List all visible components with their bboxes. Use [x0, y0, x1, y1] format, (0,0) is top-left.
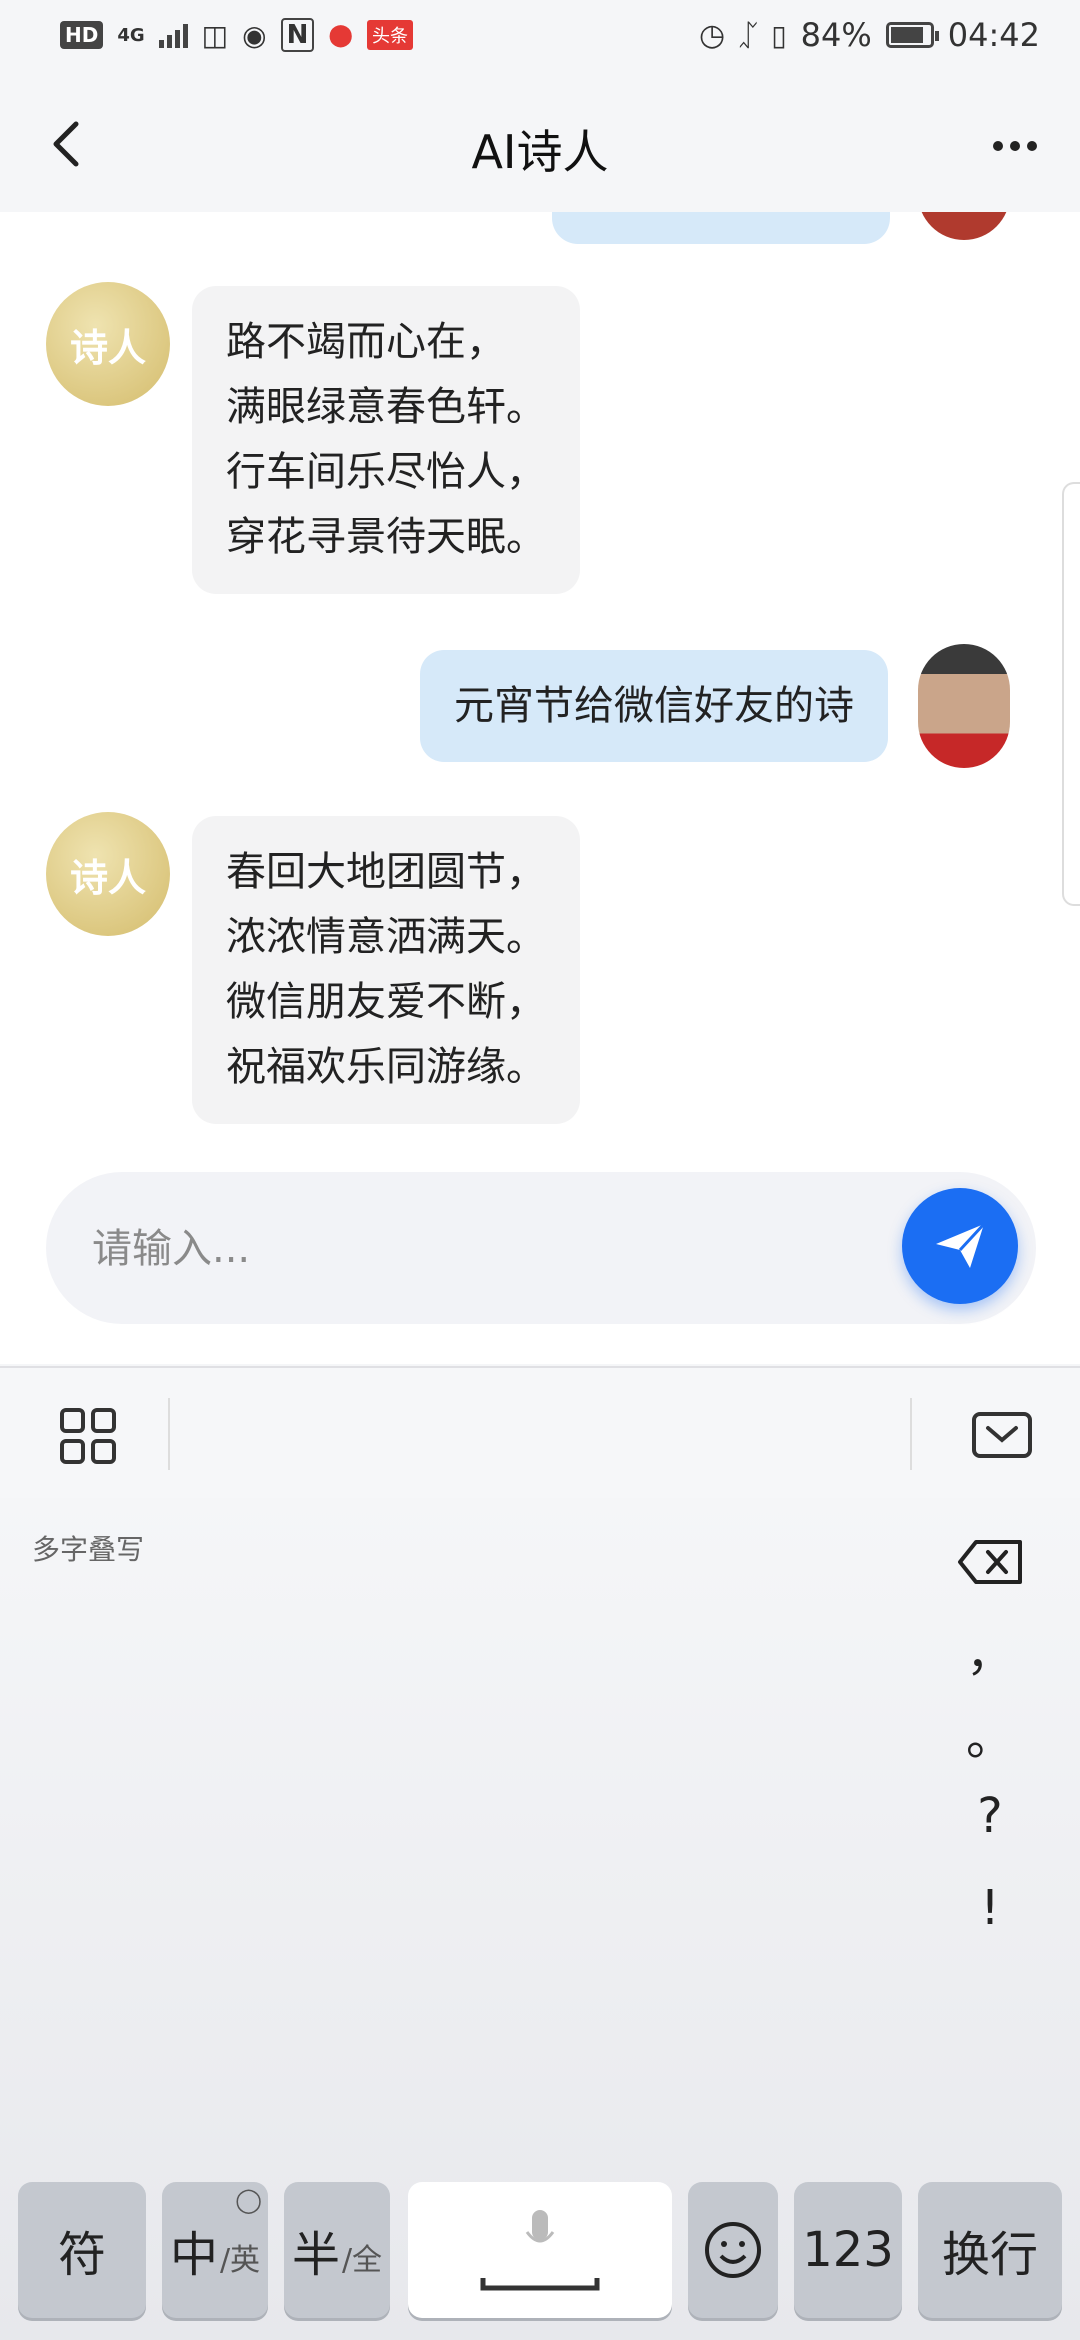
scroll-indicator [1062, 482, 1080, 906]
symbols-key[interactable]: 符 [18, 2182, 146, 2318]
hd-badge: HD [60, 21, 104, 49]
previous-user-bubble [552, 212, 890, 244]
toolbar-divider [168, 1398, 170, 1470]
grid-icon [60, 1408, 85, 1433]
nfc-icon: N [280, 18, 315, 52]
headphone-icon: ◫ [201, 18, 229, 52]
poet-message-bubble[interactable]: 路不竭而心在， 满眼绿意春色轩。 行车间乐尽怡人， 穿花寻景待天眠。 [192, 286, 580, 594]
poet-avatar[interactable]: 诗人 [46, 282, 170, 406]
page-title: AI诗人 [471, 125, 609, 179]
signal-icon [158, 22, 188, 48]
send-button[interactable] [902, 1188, 1018, 1304]
bluetooth-icon: ᛢ [739, 17, 758, 53]
battery-percent: 84% [800, 16, 872, 54]
language-toggle-key[interactable]: ◯ 中/英 [162, 2182, 268, 2318]
vibrate-icon: ▯ [771, 18, 787, 52]
enter-key[interactable]: 换行 [918, 2182, 1062, 2318]
alarm-icon: ◷ [699, 17, 726, 53]
previous-user-avatar [918, 212, 1010, 240]
more-dots-icon [993, 141, 1003, 151]
toolbar-divider [910, 1398, 912, 1470]
period-key[interactable]: 。 [940, 1698, 1040, 1768]
emoji-key[interactable] [688, 2182, 778, 2318]
message-composer [46, 1172, 1036, 1326]
keyboard-menu-button[interactable] [60, 1408, 116, 1464]
poet-avatar[interactable]: 诗人 [46, 812, 170, 936]
handwriting-keyboard[interactable]: 多字叠写 ， 。 ? ! 符 ◯ 中/英 半/全 123 换行 [0, 1498, 1080, 2340]
microphone-icon [480, 2210, 600, 2291]
more-button[interactable] [980, 116, 1050, 176]
backspace-icon [958, 1540, 1022, 1584]
backspace-button[interactable] [956, 1538, 1024, 1586]
eye-icon: ◉ [242, 18, 267, 52]
user-avatar[interactable] [918, 644, 1010, 768]
battery-icon [885, 22, 939, 48]
poet-message-bubble[interactable]: 春回大地团圆节， 浓浓情意洒满天。 微信朋友爱不断， 祝福欢乐同游缘。 [192, 816, 580, 1124]
status-left: HD 4G ◫ ◉ N ⬤ 头条 [60, 18, 413, 52]
chevron-down-icon [986, 1426, 1018, 1443]
status-right: ◷ ᛢ ▯ 84% 04:42 [699, 16, 1040, 54]
clock: 04:42 [947, 16, 1040, 54]
app-icon: ⬤ [328, 22, 353, 48]
paper-plane-icon [936, 1222, 986, 1268]
user-message-bubble[interactable]: 元宵节给微信好友的诗 [420, 650, 888, 762]
keyboard-bottom-row: 符 ◯ 中/英 半/全 123 换行 [0, 2182, 1080, 2322]
hide-keyboard-button[interactable] [972, 1412, 1032, 1458]
space-voice-key[interactable] [408, 2182, 672, 2318]
status-bar: HD 4G ◫ ◉ N ⬤ 头条 ◷ ᛢ ▯ 84% 04:42 [0, 0, 1080, 80]
exclamation-key[interactable]: ! [940, 1880, 1040, 1936]
app-header: AI诗人 [0, 80, 1080, 212]
message-input[interactable] [90, 1172, 854, 1326]
network-type: 4G [117, 24, 145, 46]
numbers-key[interactable]: 123 [794, 2182, 902, 2318]
toutiao-badge: 头条 [366, 20, 413, 50]
width-toggle-key[interactable]: 半/全 [284, 2182, 390, 2318]
keyboard-toolbar [0, 1366, 1080, 1500]
question-key[interactable]: ? [940, 1788, 1040, 1844]
comma-key[interactable]: ， [940, 1614, 1040, 1684]
smiley-icon [705, 2222, 761, 2278]
handwriting-mode-label: 多字叠写 [32, 1533, 145, 1566]
globe-icon: ◯ [235, 2186, 262, 2214]
